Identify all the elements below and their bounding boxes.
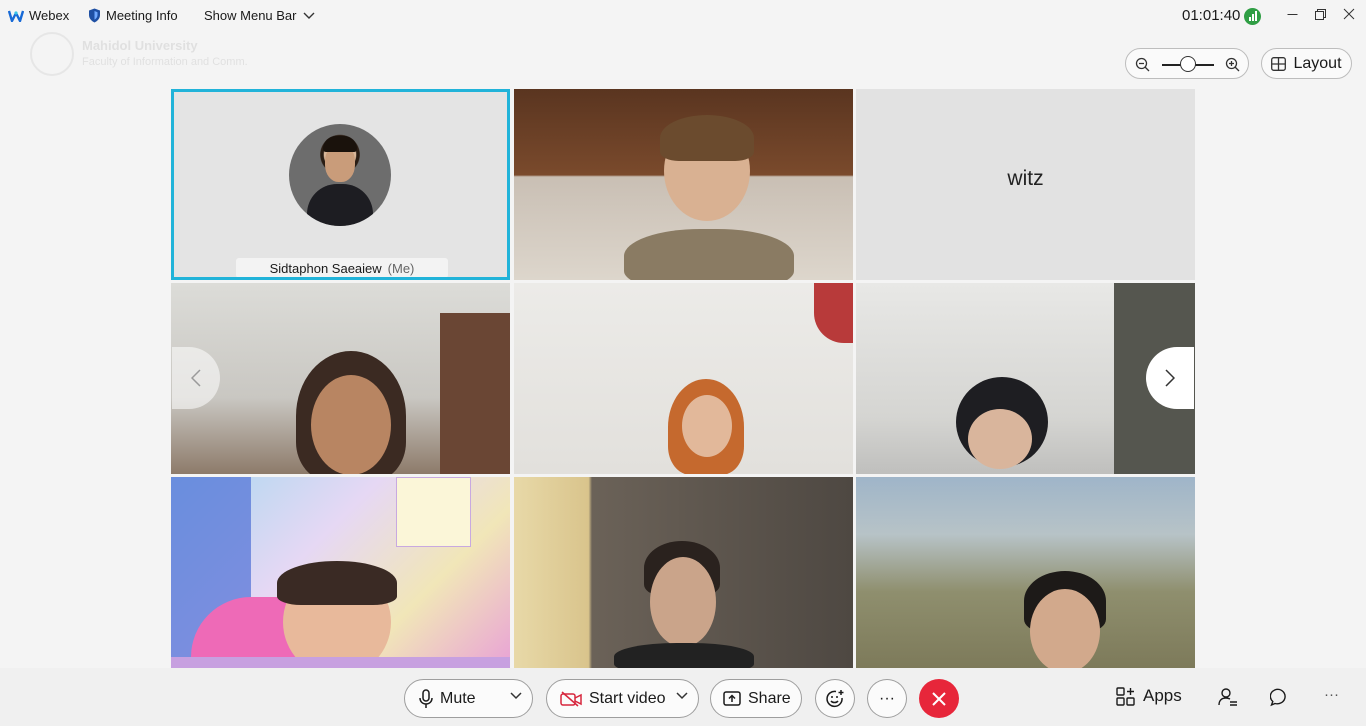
video-tile-9[interactable] — [856, 477, 1195, 668]
chat-bubble-icon — [1270, 688, 1286, 707]
app-name: Webex — [29, 8, 70, 23]
zoom-slider-thumb[interactable] — [1180, 56, 1196, 72]
share-label: Share — [748, 689, 791, 707]
meeting-info-label: Meeting Info — [106, 8, 178, 23]
more-options-label: ··· — [879, 689, 895, 707]
leave-meeting-button[interactable] — [919, 679, 959, 718]
overflow-label: ··· — [1324, 686, 1339, 703]
video-tile-7[interactable] — [171, 477, 510, 668]
close-icon — [932, 691, 946, 706]
restore-icon — [1314, 8, 1326, 20]
video-tile-4[interactable] — [171, 283, 510, 474]
zoom-out-icon[interactable] — [1135, 57, 1150, 72]
layout-grid-icon — [1271, 56, 1287, 71]
participants-icon — [1218, 688, 1237, 706]
participant-name: witz — [1007, 167, 1044, 190]
shield-icon — [89, 8, 100, 23]
emoji-reaction-icon — [826, 689, 844, 707]
mute-button[interactable]: Mute — [404, 679, 533, 718]
chevron-down-icon[interactable] — [510, 692, 522, 700]
video-tile-5[interactable] — [514, 283, 853, 474]
network-signal-icon[interactable] — [1244, 8, 1261, 25]
zoom-in-icon[interactable] — [1225, 57, 1240, 72]
layout-label: Layout — [1293, 54, 1342, 72]
apps-icon — [1116, 686, 1135, 706]
minimize-button[interactable] — [1282, 5, 1302, 23]
video-tile-6[interactable] — [856, 283, 1195, 474]
chevron-down-icon[interactable] — [676, 692, 688, 700]
watermark-line-1: Mahidol University — [82, 38, 198, 53]
show-menu-bar-label: Show Menu Bar — [204, 8, 297, 23]
chevron-down-icon — [303, 12, 314, 19]
university-watermark: Mahidol University Faculty of Informatio… — [30, 32, 248, 76]
close-icon — [1343, 8, 1355, 20]
webex-logo-icon — [8, 10, 24, 22]
participant-me-suffix: (Me) — [387, 260, 415, 276]
microphone-icon — [419, 688, 433, 708]
share-screen-icon — [723, 690, 741, 706]
participant-nameplate: Sidtaphon Saeaiew (Me) — [236, 258, 448, 277]
more-options-button[interactable]: ··· — [867, 679, 907, 718]
video-tile-8[interactable] — [514, 477, 853, 668]
reactions-button[interactable] — [815, 679, 855, 718]
overflow-menu-button[interactable]: ··· — [1324, 686, 1339, 703]
webex-app-menu[interactable]: Webex — [8, 8, 69, 23]
video-tile-self[interactable]: Sidtaphon Saeaiew (Me) — [171, 89, 510, 280]
share-button[interactable]: Share — [710, 679, 802, 718]
university-crest-icon — [30, 32, 74, 76]
participants-button[interactable] — [1218, 688, 1238, 707]
video-off-icon — [560, 690, 582, 707]
watermark-line-2: Faculty of Information and Comm. — [82, 56, 248, 68]
title-bar: Webex Meeting Info Show Menu Bar 01:01:4… — [0, 0, 1366, 32]
video-tile-2[interactable] — [514, 89, 853, 280]
start-video-label: Start video — [589, 689, 666, 707]
layout-button[interactable]: Layout — [1261, 48, 1352, 79]
chevron-left-icon — [191, 369, 201, 387]
zoom-control — [1125, 48, 1249, 79]
show-menu-bar-button[interactable]: Show Menu Bar — [204, 8, 315, 23]
video-tile-witz[interactable]: witz — [856, 89, 1195, 280]
chat-button[interactable] — [1270, 688, 1289, 707]
participant-avatar — [289, 124, 391, 226]
close-window-button[interactable] — [1339, 5, 1359, 23]
participant-name: Sidtaphon Saeaiew — [269, 260, 382, 276]
start-video-button[interactable]: Start video — [546, 679, 699, 718]
chevron-right-icon — [1165, 369, 1175, 387]
apps-label: Apps — [1143, 686, 1182, 705]
meeting-timer: 01:01:40 — [1182, 7, 1241, 24]
minimize-icon — [1287, 13, 1297, 15]
restore-button[interactable] — [1310, 5, 1330, 23]
apps-button[interactable]: Apps — [1116, 686, 1182, 706]
mute-label: Mute — [440, 689, 476, 707]
meeting-info-button[interactable]: Meeting Info — [88, 8, 178, 23]
